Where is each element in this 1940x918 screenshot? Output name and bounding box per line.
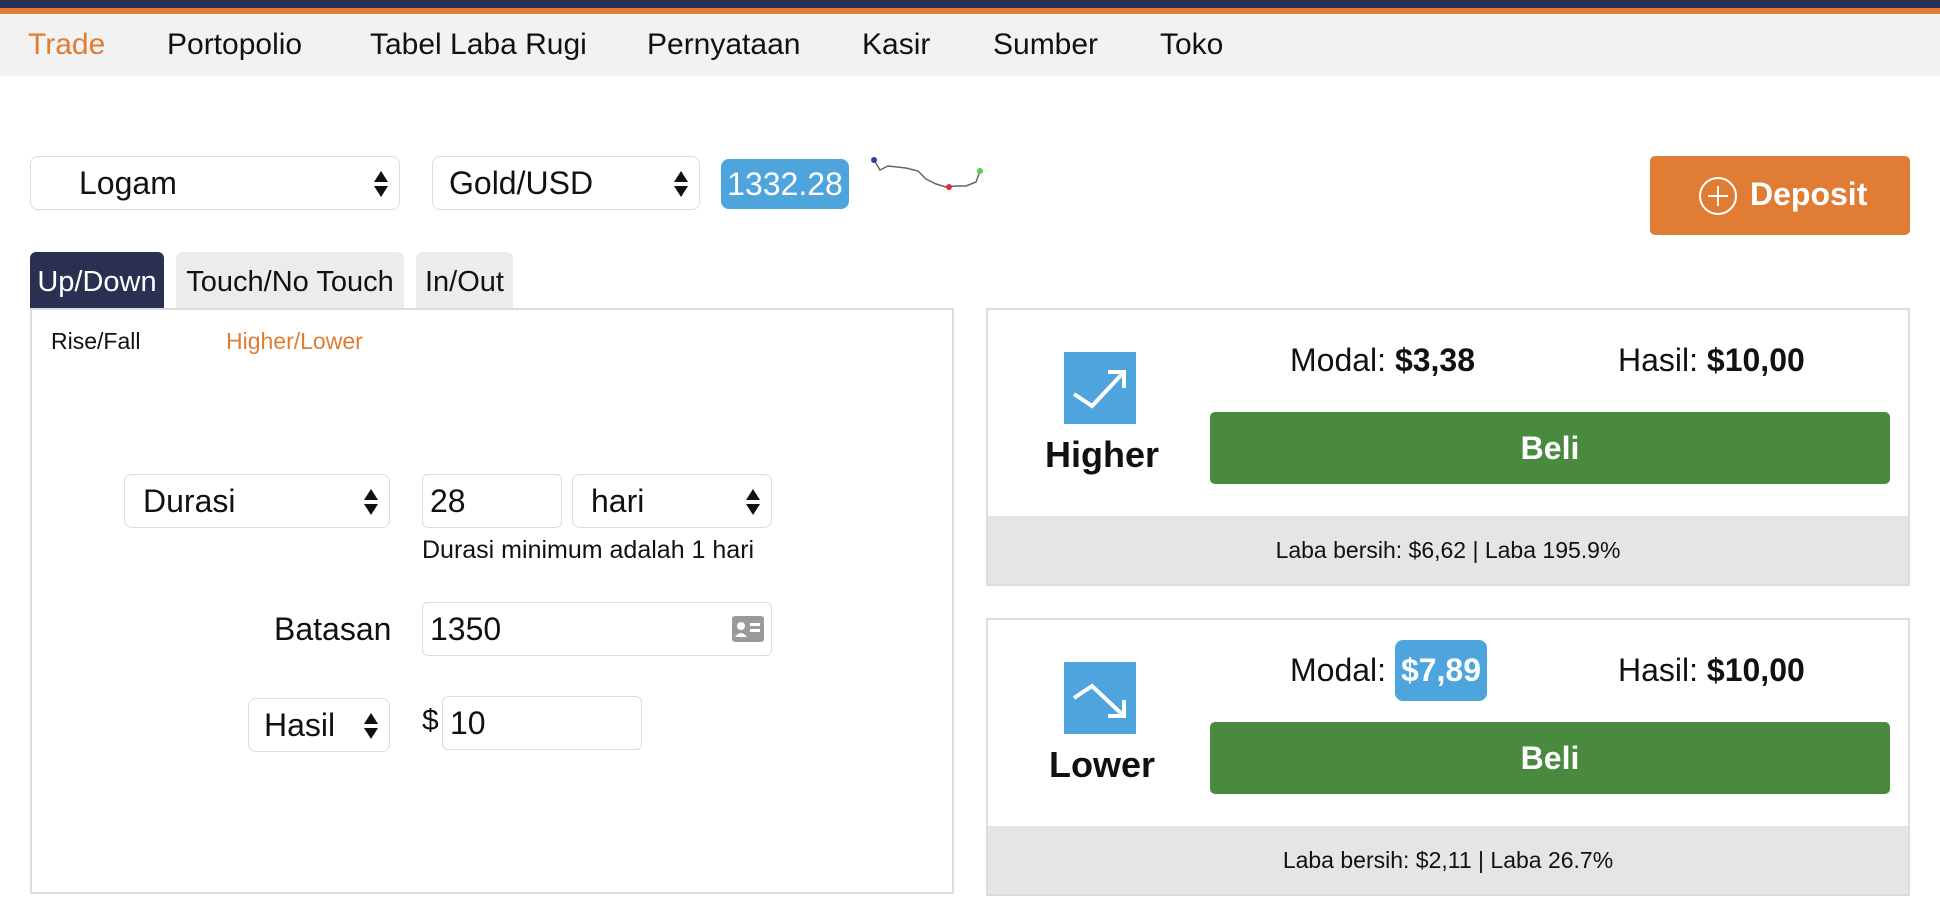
barrier-input[interactable]: 1350 <box>422 602 772 656</box>
higher-profit-info: Laba bersih: $6,62 | Laba 195.9% <box>988 516 1908 584</box>
higher-contract-icon-box <box>1064 352 1136 424</box>
market-category-value: Logam <box>79 165 177 201</box>
price-sparkline <box>871 157 983 190</box>
duration-type-select[interactable]: Durasi <box>124 474 390 528</box>
tab-touch-no-touch[interactable]: Touch/No Touch <box>176 252 404 308</box>
top-accent-bar <box>0 0 1940 8</box>
menu-resources[interactable]: Sumber <box>993 28 1098 62</box>
payout-type-value: Hasil <box>264 707 336 743</box>
trend-up-icon <box>1072 370 1126 409</box>
deposit-label: Deposit <box>1750 176 1868 212</box>
duration-unit-value: hari <box>591 483 645 519</box>
higher-payout-value: $10,00 <box>1706 342 1805 378</box>
higher-modal-value: $3,38 <box>1394 342 1476 378</box>
lower-modal-label: Modal: <box>1290 652 1387 688</box>
market-category-select[interactable]: Logam <box>30 156 400 210</box>
lower-modal-value: $7,89 <box>1394 640 1488 701</box>
lower-payout: Hasil: $10,00 <box>1618 652 1805 689</box>
payout-type-select[interactable]: Hasil <box>248 698 390 752</box>
subtab-higher-lower[interactable]: Higher/Lower <box>226 328 363 355</box>
menu-portfolio[interactable]: Portopolio <box>167 28 302 62</box>
higher-modal-label: Modal: <box>1290 342 1387 378</box>
amount-input[interactable]: 10 <box>442 696 642 750</box>
deposit-button[interactable]: Deposit <box>1650 156 1910 235</box>
main-menu: Trade Portopolio Tabel Laba Rugi Pernyat… <box>0 14 1940 76</box>
subtab-rise-fall[interactable]: Rise/Fall <box>51 328 140 355</box>
plus-circle-icon <box>1699 177 1737 215</box>
contract-card-higher: Higher Modal: $3,38 Hasil: $10,00 Beli L… <box>986 308 1910 586</box>
select-arrows-icon <box>674 171 688 197</box>
higher-title: Higher <box>1044 434 1159 475</box>
menu-statement[interactable]: Pernyataan <box>647 28 800 62</box>
duration-unit-select[interactable]: hari <box>572 474 772 528</box>
barrier-value: 1350 <box>430 611 502 647</box>
lower-payout-label: Hasil: <box>1618 652 1699 688</box>
lower-payout-value: $10,00 <box>1706 652 1805 688</box>
lower-title: Lower <box>1048 744 1155 785</box>
tab-in-out[interactable]: In/Out <box>416 252 513 308</box>
id-card-icon[interactable] <box>732 616 764 642</box>
buy-higher-button[interactable]: Beli <box>1210 412 1890 484</box>
menu-shop[interactable]: Toko <box>1160 28 1223 62</box>
lower-contract-icon-box <box>1064 662 1136 734</box>
contract-card-lower: Lower Modal: $7,89 Hasil: $10,00 Beli La… <box>986 618 1910 896</box>
trend-down-icon <box>1072 683 1126 718</box>
lower-profit-info: Laba bersih: $2,11 | Laba 26.7% <box>988 826 1908 894</box>
higher-payout: Hasil: $10,00 <box>1618 342 1805 379</box>
currency-symbol: $ <box>422 704 439 737</box>
menu-cashier[interactable]: Kasir <box>862 28 930 62</box>
select-arrows-icon <box>364 489 378 515</box>
buy-lower-button[interactable]: Beli <box>1210 722 1890 794</box>
trade-form-panel <box>30 308 954 894</box>
asset-value: Gold/USD <box>449 165 594 201</box>
duration-value-input[interactable]: 28 <box>422 474 562 528</box>
spot-price-badge: 1332.28 <box>721 159 849 209</box>
select-arrows-icon <box>364 713 378 739</box>
select-arrows-icon <box>374 171 388 197</box>
amount-value: 10 <box>450 705 486 741</box>
duration-hint: Durasi minimum adalah 1 hari <box>422 536 755 564</box>
higher-payout-label: Hasil: <box>1618 342 1699 378</box>
duration-type-value: Durasi <box>143 483 236 519</box>
barrier-label: Batasan <box>274 611 392 647</box>
menu-trade[interactable]: Trade <box>28 28 105 62</box>
duration-value: 28 <box>430 483 466 519</box>
select-arrows-icon <box>746 489 760 515</box>
lower-modal: Modal: $7,89 <box>1290 640 1488 701</box>
higher-modal: Modal: $3,38 <box>1290 342 1475 379</box>
asset-select[interactable]: Gold/USD <box>432 156 700 210</box>
menu-profit-table[interactable]: Tabel Laba Rugi <box>370 28 587 62</box>
tab-up-down[interactable]: Up/Down <box>30 252 164 308</box>
